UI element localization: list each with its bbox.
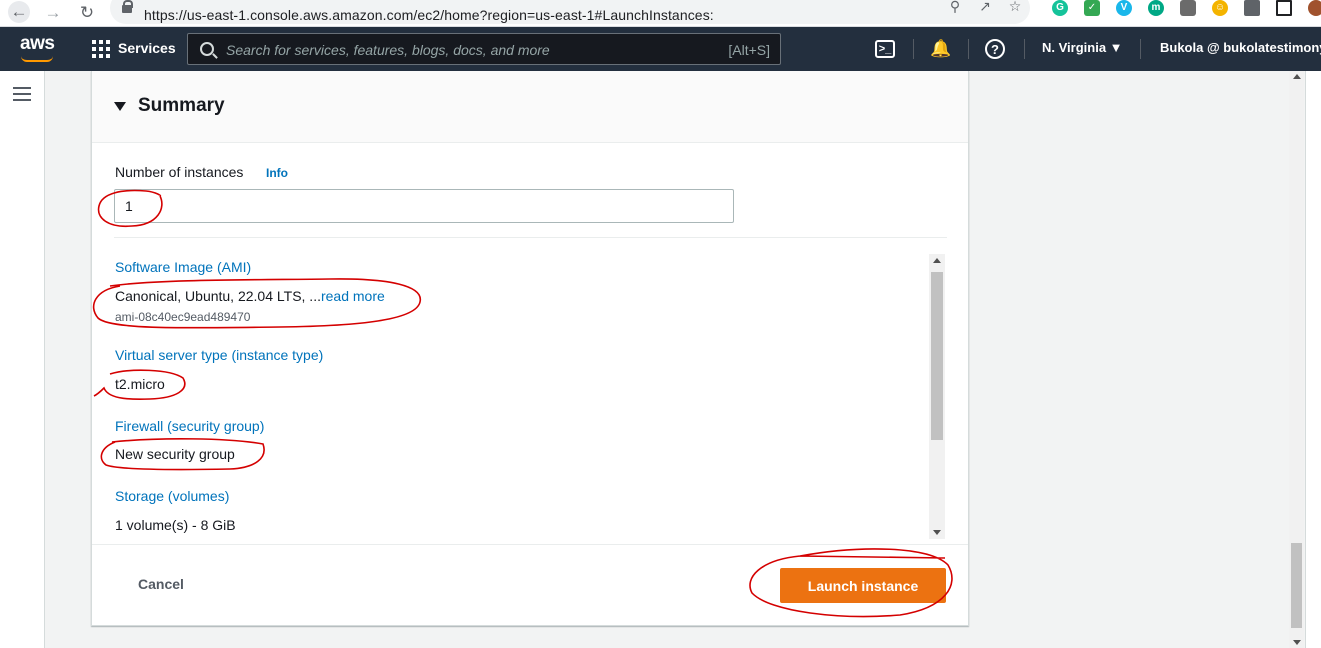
nav-divider bbox=[1024, 39, 1025, 59]
summary-title: Summary bbox=[138, 95, 225, 116]
nav-divider bbox=[1140, 39, 1141, 59]
aws-top-nav: aws Services Search for services, featur… bbox=[0, 27, 1321, 71]
services-menu[interactable]: Services bbox=[118, 40, 176, 56]
notifications-bell-icon[interactable]: 🔔 bbox=[930, 38, 952, 60]
account-menu[interactable]: Bukola @ bukolatestimony bbox=[1160, 40, 1321, 55]
page-scroll-down-icon[interactable] bbox=[1293, 640, 1301, 645]
address-bar[interactable]: https://us-east-1.console.aws.amazon.com… bbox=[110, 0, 1030, 24]
aws-logo[interactable]: aws bbox=[20, 33, 55, 55]
firewall-value: New security group bbox=[115, 446, 235, 462]
gray-extension-icon[interactable] bbox=[1172, 0, 1204, 16]
launch-instance-button[interactable]: Launch instance bbox=[780, 568, 946, 603]
storage-link[interactable]: Storage (volumes) bbox=[115, 488, 229, 504]
search-placeholder: Search for services, features, blogs, do… bbox=[226, 42, 550, 58]
number-of-instances-input[interactable] bbox=[114, 189, 734, 223]
puzzle-extensions-icon[interactable] bbox=[1236, 0, 1268, 16]
read-more-link[interactable]: read more bbox=[321, 288, 385, 304]
browser-toolbar: ← → ↻ https://us-east-1.console.aws.amaz… bbox=[0, 0, 1321, 27]
scroll-up-arrow-icon[interactable] bbox=[933, 258, 941, 263]
profile-avatar[interactable] bbox=[1300, 0, 1321, 16]
nav-divider bbox=[968, 39, 969, 59]
checkmark-extension-icon[interactable]: ✓ bbox=[1076, 0, 1108, 16]
summary-panel: Summary Number of instances Info Softwar… bbox=[91, 71, 969, 626]
details-scrollbar[interactable] bbox=[929, 254, 945, 539]
lock-icon bbox=[122, 0, 133, 17]
reload-icon[interactable]: ↻ bbox=[76, 2, 98, 24]
nav-divider bbox=[913, 39, 914, 59]
zoom-icon[interactable]: ⚲ bbox=[940, 0, 970, 15]
ami-link[interactable]: Software Image (AMI) bbox=[115, 259, 251, 275]
storage-value: 1 volume(s) - 8 GiB bbox=[115, 517, 236, 533]
scroll-down-arrow-icon[interactable] bbox=[933, 530, 941, 535]
search-shortcut: [Alt+S] bbox=[728, 42, 770, 58]
search-icon bbox=[200, 42, 214, 56]
m-extension-icon[interactable]: m bbox=[1140, 0, 1172, 16]
side-nav-rail bbox=[0, 71, 45, 648]
forward-icon[interactable]: → bbox=[42, 2, 64, 24]
cloudshell-icon[interactable]: >_ bbox=[875, 40, 895, 58]
divider bbox=[114, 237, 947, 238]
page-scroll-up-icon[interactable] bbox=[1293, 74, 1301, 79]
number-of-instances-label: Number of instances bbox=[115, 164, 244, 180]
ami-id: ami-08c40ec9ead489470 bbox=[115, 310, 251, 324]
aws-logo-smile bbox=[21, 56, 53, 62]
grammarly-extension-icon[interactable]: G bbox=[1044, 0, 1076, 16]
scrollbar-thumb[interactable] bbox=[931, 272, 943, 440]
search-input[interactable]: Search for services, features, blogs, do… bbox=[187, 33, 781, 65]
right-edge-panel bbox=[1305, 71, 1321, 648]
bookmark-star-icon[interactable]: ☆ bbox=[1000, 0, 1030, 15]
footer-divider bbox=[92, 544, 968, 545]
back-icon[interactable]: ← bbox=[8, 1, 30, 23]
summary-header[interactable]: Summary bbox=[92, 71, 968, 143]
cancel-button[interactable]: Cancel bbox=[138, 576, 184, 592]
info-link[interactable]: Info bbox=[266, 166, 288, 180]
emoji-extension-icon[interactable]: ☺ bbox=[1204, 0, 1236, 16]
ami-value: Canonical, Ubuntu, 22.04 LTS, ...read mo… bbox=[115, 288, 385, 304]
help-icon[interactable]: ? bbox=[985, 39, 1005, 59]
summary-details-scroll[interactable]: Software Image (AMI) Canonical, Ubuntu, … bbox=[92, 254, 968, 544]
sidepanel-icon[interactable] bbox=[1268, 0, 1300, 16]
page-scrollbar[interactable] bbox=[1289, 71, 1304, 648]
caret-down-icon[interactable] bbox=[114, 102, 126, 111]
url-text: https://us-east-1.console.aws.amazon.com… bbox=[144, 7, 714, 23]
instance-type-value: t2.micro bbox=[115, 376, 165, 392]
instance-type-link[interactable]: Virtual server type (instance type) bbox=[115, 347, 323, 363]
share-icon[interactable]: ↗ bbox=[970, 0, 1000, 15]
region-selector[interactable]: N. Virginia ▼ bbox=[1042, 40, 1123, 55]
vimeo-extension-icon[interactable]: V bbox=[1108, 0, 1140, 16]
hamburger-menu-icon[interactable] bbox=[13, 87, 31, 101]
page-scrollbar-thumb[interactable] bbox=[1291, 543, 1302, 628]
services-grid-icon[interactable] bbox=[92, 40, 110, 58]
firewall-link[interactable]: Firewall (security group) bbox=[115, 418, 264, 434]
